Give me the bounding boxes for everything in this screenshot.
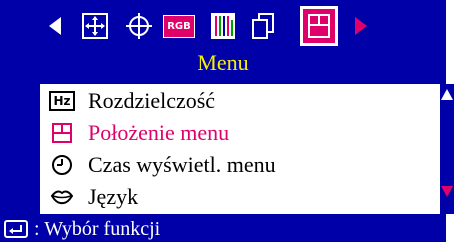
left-margin — [0, 84, 40, 214]
menu-item-label: Położenie menu — [88, 120, 230, 145]
toolbar-icons: RGB — [38, 6, 454, 48]
menu-item-language[interactable]: Język — [40, 182, 430, 212]
menu-item-menu-position[interactable]: Położenie menu — [40, 118, 430, 148]
footer-hint: : Wybór funkcji — [0, 216, 446, 242]
copy-icon[interactable] — [246, 8, 280, 44]
position-icon[interactable] — [78, 8, 112, 44]
hz-icon-text: Hz — [49, 91, 75, 111]
menu-item-display-time[interactable]: Czas wyświetl. menu — [40, 150, 430, 180]
toolbar: RGB Menu — [0, 0, 446, 82]
osd-menu-window: RGB Menu Hz Rozdzielczość Położenie menu… — [0, 0, 454, 244]
rgb-icon-text: RGB — [163, 14, 195, 38]
left-arrow-icon[interactable] — [38, 8, 72, 44]
scroll-down-arrow-icon[interactable] — [440, 184, 454, 203]
right-arrow-icon[interactable] — [344, 8, 378, 44]
menu-item-resolution[interactable]: Hz Rozdzielczość — [40, 86, 430, 116]
menu-title: Menu — [197, 50, 249, 75]
menu-icon[interactable] — [300, 6, 338, 46]
menu-item-label: Czas wyświetl. menu — [88, 152, 276, 177]
geometry-icon[interactable] — [122, 8, 156, 44]
enter-icon — [4, 220, 28, 238]
menu-position-icon — [50, 121, 74, 145]
color-bars-icon[interactable] — [206, 8, 240, 44]
hz-icon: Hz — [49, 89, 75, 113]
clock-icon — [50, 153, 74, 177]
rgb-icon[interactable]: RGB — [162, 8, 196, 44]
lips-icon — [50, 185, 74, 209]
menu-item-label: Rozdzielczość — [88, 88, 216, 113]
scroll-up-arrow-icon[interactable] — [440, 88, 454, 107]
scrollbar[interactable] — [440, 84, 454, 214]
menu-item-label: Język — [88, 184, 139, 209]
footer-label: : Wybór funkcji — [34, 217, 161, 240]
menu-list: Hz Rozdzielczość Położenie menu Czas wyś… — [40, 84, 440, 214]
